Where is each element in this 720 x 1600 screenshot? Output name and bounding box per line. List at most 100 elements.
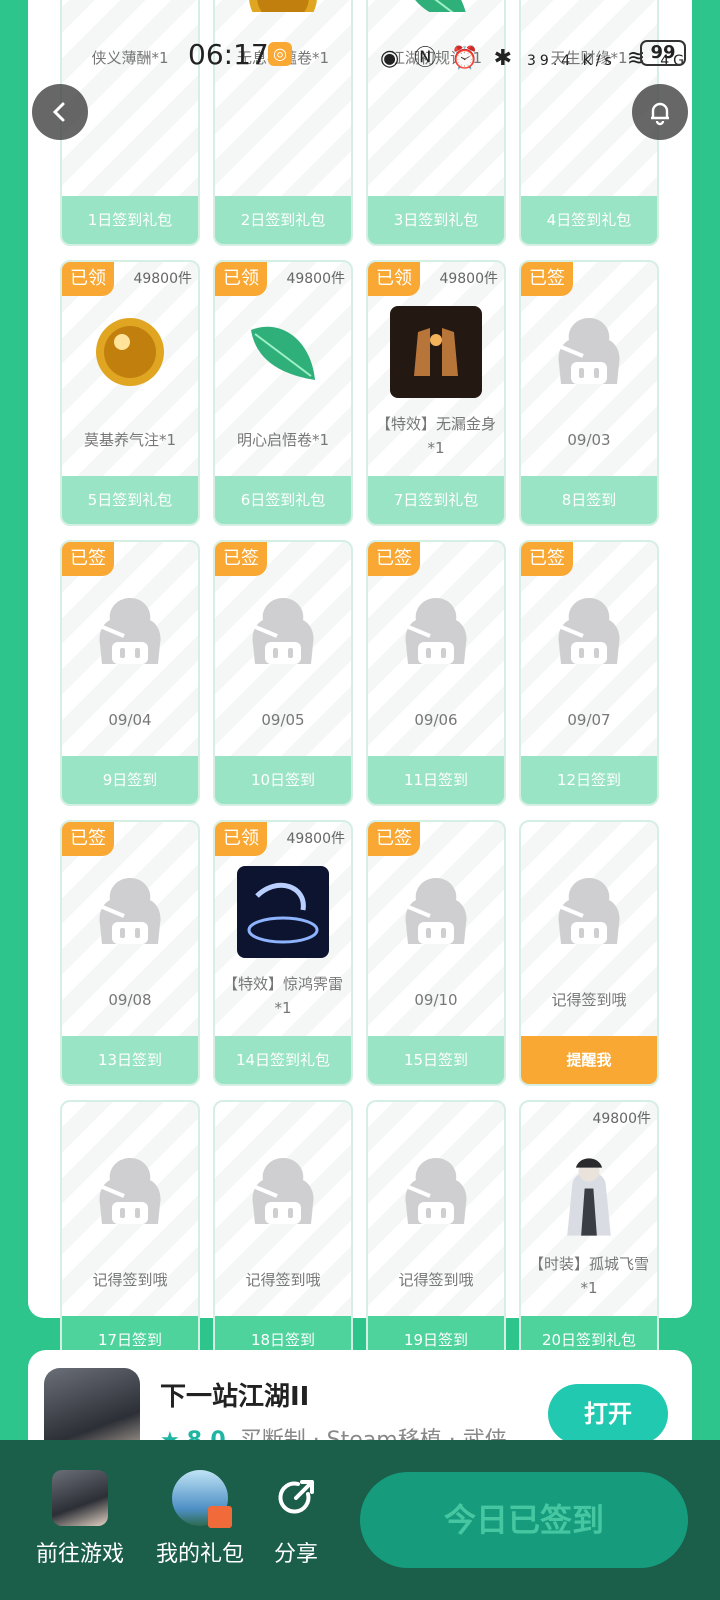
card-footer: 9日签到: [62, 756, 198, 804]
green-leaf-icon: [235, 304, 331, 400]
card-footer: 4日签到礼包: [521, 196, 657, 244]
placeholder-mascot-icon: [541, 864, 637, 960]
card-label: 侠义薄酬*1: [91, 49, 169, 67]
status-badge: 已签: [215, 542, 267, 576]
my-gifts-label: 我的礼包: [155, 1542, 244, 1567]
gift-box-icon: [172, 1470, 232, 1528]
status-badge: 已签: [368, 542, 420, 576]
status-badge: 已签: [521, 262, 573, 296]
checkin-today-button[interactable]: 今日已签到: [360, 1472, 688, 1568]
card-label: 天生财缘*1: [550, 49, 628, 67]
card-label: 记得签到哦: [92, 1271, 168, 1289]
checkin-card-20[interactable]: 49800件 【时装】孤城飞雪*1 20日签到礼包: [519, 1100, 659, 1366]
scroll-item-icon: [541, 0, 637, 12]
card-footer: 11日签到: [368, 756, 504, 804]
checkin-card-13[interactable]: 已签 09/08 13日签到: [60, 820, 200, 1086]
stock-count: 49800件: [286, 831, 345, 847]
back-button[interactable]: [32, 84, 88, 140]
checkin-card-17[interactable]: 记得签到哦 17日签到: [60, 1100, 200, 1366]
card-label: 记得签到哦: [398, 1271, 474, 1289]
card-footer: 8日签到: [521, 476, 657, 524]
share-icon: [268, 1470, 324, 1526]
card-label: 【特效】无漏金身*1: [375, 415, 496, 457]
checkin-card-7[interactable]: 已领 49800件 【特效】无漏金身*1 7日签到礼包: [366, 260, 506, 526]
reminder-bell-button[interactable]: [632, 84, 688, 140]
my-gifts-button[interactable]: 我的礼包: [148, 1470, 252, 1568]
status-badge: 已签: [521, 542, 573, 576]
card-label: 09/08: [108, 991, 152, 1009]
card-footer: 3日签到礼包: [368, 196, 504, 244]
checkin-card-6[interactable]: 已领 49800件明心启悟卷*1 6日签到礼包: [213, 260, 353, 526]
checkin-card-9[interactable]: 已签 09/04 9日签到: [60, 540, 200, 806]
go-to-game-button[interactable]: 前往游戏: [30, 1470, 130, 1568]
status-badge: 已领: [215, 822, 267, 856]
checkin-card-15[interactable]: 已签 09/10 15日签到: [366, 820, 506, 1086]
placeholder-mascot-icon: [82, 1144, 178, 1240]
card-label: 莫基养气注*1: [83, 431, 177, 449]
card-footer: 14日签到礼包: [215, 1036, 351, 1084]
golden-orb-icon: [82, 304, 178, 400]
green-leaf-icon: [388, 0, 484, 12]
placeholder-mascot-icon: [235, 1144, 331, 1240]
status-badge: 已领: [215, 262, 267, 296]
checkin-card-19[interactable]: 记得签到哦 19日签到: [366, 1100, 506, 1366]
card-label: 明心启悟卷*1: [236, 431, 330, 449]
stock-count: 49800件: [592, 1111, 651, 1127]
placeholder-mascot-icon: [388, 584, 484, 680]
open-game-button[interactable]: 打开: [548, 1384, 668, 1444]
bell-icon: [651, 102, 669, 126]
card-footer: 6日签到礼包: [215, 476, 351, 524]
checkin-card-14[interactable]: 已领 49800件【特效】惊鸿霁雷*1 14日签到礼包: [213, 820, 353, 1086]
placeholder-mascot-icon: [541, 304, 637, 400]
card-label: 【特效】惊鸿霁雷*1: [222, 975, 343, 1017]
card-label: 09/06: [414, 711, 458, 729]
status-badge: 已签: [62, 822, 114, 856]
card-footer: 1日签到礼包: [62, 196, 198, 244]
golden-body-effect-icon: [388, 304, 484, 400]
status-badge: 已领: [62, 262, 114, 296]
card-footer: 12日签到: [521, 756, 657, 804]
golden-orb-icon: [235, 0, 331, 12]
checkin-grid: 侠义薄酬*1 1日签到礼包 无息初蕴卷*1 2日签到礼包 江湖初规记*1 3日签到礼包 天生…: [60, 0, 660, 1366]
go-to-game-label: 前往游戏: [35, 1542, 124, 1567]
card-footer: 7日签到礼包: [368, 476, 504, 524]
placeholder-mascot-icon: [235, 584, 331, 680]
status-badge: 已签: [62, 542, 114, 576]
checkin-card-12[interactable]: 已签 09/07 12日签到: [519, 540, 659, 806]
checkin-card-3[interactable]: 江湖初规记*1 3日签到礼包: [366, 0, 506, 246]
share-label: 分享: [273, 1542, 318, 1567]
status-badge: 已签: [368, 822, 420, 856]
checkin-card-10[interactable]: 已签 09/05 10日签到: [213, 540, 353, 806]
share-button[interactable]: 分享: [268, 1470, 324, 1568]
card-label: 【时装】孤城飞雪*1: [528, 1255, 649, 1297]
stock-count: 49800件: [286, 271, 345, 287]
card-label: 09/05: [261, 711, 305, 729]
checkin-card-11[interactable]: 已签 09/06 11日签到: [366, 540, 506, 806]
chevron-left-icon: [52, 102, 65, 122]
placeholder-mascot-icon: [82, 864, 178, 960]
checkin-card-2[interactable]: 无息初蕴卷*1 2日签到礼包: [213, 0, 353, 246]
card-label: 09/07: [567, 711, 611, 729]
checkin-card-18[interactable]: 记得签到哦 18日签到: [213, 1100, 353, 1366]
bottom-bar: 前往游戏 我的礼包 分享 今日已签到: [0, 1440, 720, 1600]
card-label: 江湖初规记*1: [389, 49, 483, 67]
placeholder-mascot-icon: [541, 584, 637, 680]
checkin-card-5[interactable]: 已领 49800件莫基养气注*1 5日签到礼包: [60, 260, 200, 526]
card-footer: 2日签到礼包: [215, 196, 351, 244]
card-label: 记得签到哦: [551, 991, 627, 1009]
checkin-card-8[interactable]: 已签 09/03 8日签到: [519, 260, 659, 526]
stock-count: 49800件: [133, 271, 192, 287]
card-footer: 13日签到: [62, 1036, 198, 1084]
card-label: 记得签到哦: [245, 1271, 321, 1289]
card-label: 09/10: [414, 991, 458, 1009]
stock-count: 49800件: [439, 271, 498, 287]
placeholder-mascot-icon: [388, 864, 484, 960]
game-avatar-icon: [52, 1470, 108, 1526]
checkin-card-16[interactable]: 记得签到哦 提醒我: [519, 820, 659, 1086]
game-title: 下一站江湖II: [160, 1382, 310, 1412]
remind-me-button[interactable]: 提醒我: [521, 1036, 657, 1084]
thunder-effect-icon: [235, 864, 331, 960]
card-label: 无息初蕴卷*1: [236, 49, 330, 67]
card-footer: 10日签到: [215, 756, 351, 804]
card-footer: 5日签到礼包: [62, 476, 198, 524]
